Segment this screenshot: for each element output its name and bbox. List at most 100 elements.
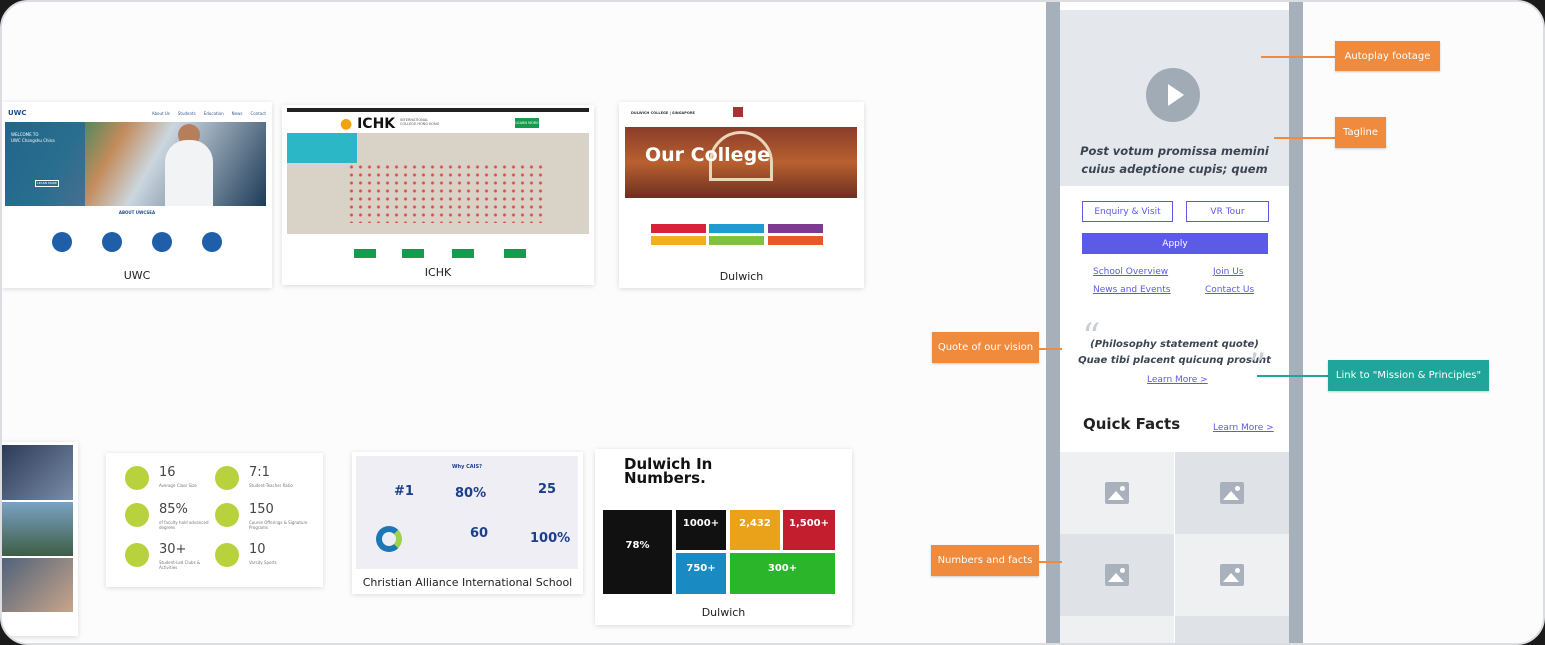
reference-card-uwc[interactable]: UWC About Us Students Education News Con… xyxy=(2,102,272,288)
uwc-nav: UWC About Us Students Education News Con… xyxy=(2,102,272,124)
annotation-autoplay: Autoplay footage xyxy=(1335,41,1440,71)
fact-tile xyxy=(1175,616,1289,643)
uwc-circle-icon xyxy=(52,232,72,252)
ca-heading: Why CAIS? xyxy=(452,464,482,470)
fact-value: 30+ xyxy=(159,542,187,557)
dulwich-logo: DULWICH COLLEGE | SINGAPORE xyxy=(631,111,695,115)
uwc-hero-button: LEARN MORE xyxy=(35,180,59,187)
reference-card-ichk[interactable]: ● ICHK INTERNATIONAL COLLEGE HONG KONG L… xyxy=(282,105,594,285)
vr-tour-button[interactable]: VR Tour xyxy=(1186,201,1269,222)
dn-stat-box: 2,432 xyxy=(730,510,780,550)
fact-tile xyxy=(1175,452,1289,534)
dn-stat-box: 300+ xyxy=(730,553,835,594)
image-icon xyxy=(1105,564,1129,586)
reference-card-dulwich-numbers[interactable]: Dulwich In Numbers. 78% 1000+ 2,432 1,50… xyxy=(595,449,852,625)
dulwich-tile xyxy=(651,224,706,233)
ca-stat: #1 xyxy=(394,484,414,499)
close-quote-icon: ” xyxy=(1248,347,1267,388)
ichk-top-bar xyxy=(287,108,589,112)
join-us-link[interactable]: Join Us xyxy=(1213,267,1244,277)
card-caption: Christian Alliance International School xyxy=(362,576,573,589)
annotation-quote: Quote of our vision xyxy=(932,332,1039,363)
dulwich-tile xyxy=(709,236,764,245)
annotation-connector xyxy=(1038,561,1062,563)
uwc-person xyxy=(165,140,213,206)
annotation-numbers: Numbers and facts xyxy=(931,545,1039,576)
quick-facts-heading: Quick Facts xyxy=(1083,415,1181,433)
uwc-nav-item: Students xyxy=(177,110,196,116)
uwc-hero-overlay: WELCOME TO UWC Changshu China LEARN MORE xyxy=(5,122,85,206)
fact-value: 16 xyxy=(159,465,176,480)
ca-stat: 100% xyxy=(530,531,571,546)
fact-tile xyxy=(1060,616,1174,643)
ca-stat: 25 xyxy=(538,482,557,497)
school-overview-link[interactable]: School Overview xyxy=(1093,267,1168,277)
ichk-button xyxy=(402,249,424,258)
dulwich-hero-text: Our College xyxy=(645,144,771,166)
card-caption: Dulwich xyxy=(701,606,746,619)
reference-card-photo-strip[interactable] xyxy=(2,442,78,636)
dn-stat-box: 750+ xyxy=(676,553,726,594)
reference-card-dulwich[interactable]: DULWICH COLLEGE | SINGAPORE Our College … xyxy=(619,102,864,288)
annotation-connector xyxy=(1038,348,1062,350)
tagline-line: cuius adeptione cupis; quem xyxy=(1081,162,1268,176)
image-icon xyxy=(1105,482,1129,504)
mission-learn-more-link[interactable]: Learn More > xyxy=(1147,375,1208,385)
facts-learn-more-link[interactable]: Learn More > xyxy=(1213,423,1274,433)
uwc-logo: UWC xyxy=(8,109,27,117)
fact-icon xyxy=(215,503,239,527)
ichk-hero-canopy xyxy=(287,133,357,163)
dn-stat-box: 1,500+ xyxy=(783,510,835,550)
fact-label: Average Class Size xyxy=(159,483,197,488)
image-icon xyxy=(1220,564,1244,586)
fact-label: Course Offerings & Signature Programs xyxy=(249,520,308,530)
tagline-line: Post votum promissa memini xyxy=(1080,144,1269,158)
fact-tile xyxy=(1175,534,1289,616)
annotation-tagline: Tagline xyxy=(1335,117,1386,148)
annotation-connector xyxy=(1257,375,1329,377)
hero-video-area[interactable]: Post votum promissa memini cuius adeptio… xyxy=(1060,10,1289,186)
contact-us-link[interactable]: Contact Us xyxy=(1205,285,1254,295)
dulwich-numbers-title: Dulwich In Numbers. xyxy=(624,455,713,487)
uwc-circle-icon xyxy=(152,232,172,252)
news-events-link[interactable]: News and Events xyxy=(1093,285,1170,295)
play-icon[interactable] xyxy=(1146,68,1200,122)
reference-card-facts[interactable]: 16 Average Class Size 7:1 Student-Teache… xyxy=(106,453,323,587)
dn-stat-box: 1000+ xyxy=(676,510,726,550)
ca-stat: 60 xyxy=(470,526,489,541)
fact-value: 10 xyxy=(249,542,266,557)
fact-icon xyxy=(215,543,239,567)
uwc-nav-item: Contact xyxy=(250,110,266,116)
wireframe-screen: Post votum promissa memini cuius adeptio… xyxy=(1060,2,1289,643)
ca-stat: 80% xyxy=(455,486,487,501)
annotation-mission-link: Link to "Mission & Principles" xyxy=(1328,360,1489,391)
image-icon xyxy=(1220,482,1244,504)
uwc-nav-item: Education xyxy=(203,110,224,116)
strip-photo xyxy=(2,502,73,556)
ichk-crowd xyxy=(347,163,547,223)
tagline: Post votum promissa memini cuius adeptio… xyxy=(1060,142,1289,178)
canvas-board: UWC About Us Students Education News Con… xyxy=(0,0,1545,645)
fact-tile xyxy=(1060,452,1174,534)
annotation-connector xyxy=(1274,137,1336,139)
ichk-button xyxy=(354,249,376,258)
fact-label: Student-Teacher Ratio xyxy=(249,483,293,488)
strip-photo xyxy=(2,445,73,500)
card-caption: Dulwich xyxy=(719,270,764,283)
uwc-hero-text: WELCOME TO UWC Changshu China xyxy=(11,132,55,143)
ichk-logo-sub: INTERNATIONAL COLLEGE HONG KONG xyxy=(400,118,440,126)
apply-button[interactable]: Apply xyxy=(1082,233,1268,254)
uwc-circle-icon xyxy=(102,232,122,252)
dn-stat-box: 78% xyxy=(603,510,672,594)
enquiry-visit-button[interactable]: Enquiry & Visit xyxy=(1082,201,1173,222)
reference-card-christian-alliance[interactable]: Why CAIS? #1 80% 25 60 100% Christian Al… xyxy=(352,452,583,594)
fact-value: 7:1 xyxy=(249,465,270,480)
fact-icon xyxy=(125,503,149,527)
ichk-logo: ● ICHK xyxy=(340,116,396,132)
fact-label: Varsity Sports xyxy=(249,560,277,565)
uwc-nav-item: About Us xyxy=(151,110,170,116)
fact-label: of faculty hold advanced degrees xyxy=(159,520,209,530)
strip-photo xyxy=(2,558,73,612)
dulwich-tile xyxy=(768,236,823,245)
ichk-cta-button: LEARN MORE xyxy=(515,118,539,128)
